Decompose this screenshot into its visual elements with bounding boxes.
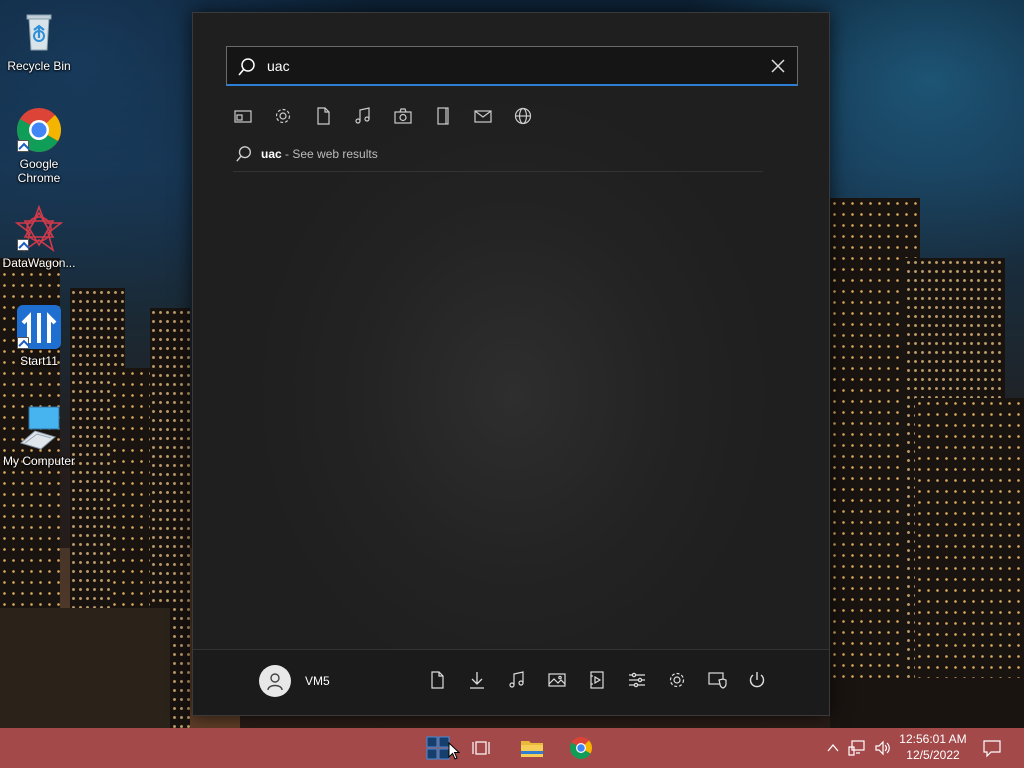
start11-icon — [15, 303, 63, 351]
document-filter-icon[interactable] — [313, 106, 333, 126]
taskbar-clock[interactable]: 12:56:01 AM 12/5/2022 — [893, 731, 973, 763]
footer-shortcuts — [427, 670, 767, 690]
desktop-icon-label: My Computer — [2, 454, 76, 468]
desktop-icon-my-computer[interactable]: My Computer — [0, 403, 78, 468]
computer-icon — [15, 403, 63, 451]
folder-filter-icon[interactable] — [433, 106, 453, 126]
web-result-query: uac — [261, 147, 282, 161]
start-button[interactable] — [418, 728, 460, 768]
desktop-icon-recycle-bin[interactable]: Recycle Bin — [0, 8, 78, 73]
apps-filter-icon[interactable] — [233, 106, 253, 126]
settings-icon[interactable] — [667, 670, 687, 690]
desktop-icon-label: Start11 — [20, 354, 58, 368]
web-result-suffix: - See web results — [281, 147, 378, 161]
desktop-icon-datawagon[interactable]: DataWagon... — [0, 205, 78, 270]
search-input[interactable] — [267, 55, 747, 77]
mouse-cursor-icon — [448, 742, 460, 760]
security-icon[interactable] — [707, 670, 727, 690]
chrome-taskbar-button[interactable] — [561, 728, 601, 768]
clock-date: 12/5/2022 — [906, 748, 960, 762]
search-filter-bar — [233, 106, 533, 128]
shortcut-arrow-icon — [17, 140, 29, 152]
power-icon[interactable] — [747, 670, 767, 690]
documents-icon[interactable] — [427, 670, 447, 690]
start-menu: uac - See web results VM5 — [192, 12, 830, 716]
folder-icon — [520, 737, 544, 759]
divider — [233, 171, 763, 172]
network-icon[interactable] — [848, 740, 866, 756]
recycle-bin-icon — [15, 8, 63, 56]
start11-logo-icon — [426, 736, 450, 760]
clock-time: 12:56:01 AM — [899, 732, 967, 746]
desktop-icon-label: Google Chrome — [17, 157, 61, 185]
chrome-icon — [569, 736, 593, 760]
web-search-result[interactable]: uac - See web results — [235, 143, 765, 165]
datawagon-icon — [15, 205, 63, 253]
web-filter-icon[interactable] — [513, 106, 533, 126]
start-menu-footer: VM5 — [193, 649, 829, 715]
notifications-icon — [982, 738, 1002, 758]
taskbar: 12:56:01 AM 12/5/2022 — [0, 728, 1024, 768]
user-account[interactable]: VM5 — [259, 665, 330, 697]
action-center-button[interactable] — [972, 728, 1012, 768]
videos-icon[interactable] — [587, 670, 607, 690]
task-view-button[interactable] — [461, 728, 501, 768]
user-avatar-icon — [259, 665, 291, 697]
system-tray — [826, 728, 892, 768]
pictures-icon[interactable] — [547, 670, 567, 690]
desktop-icon-start11[interactable]: Start11 — [0, 303, 78, 368]
desktop-icon-google-chrome[interactable]: Google Chrome — [0, 106, 78, 185]
user-name: VM5 — [305, 674, 330, 688]
wallpaper-building — [0, 608, 170, 728]
wallpaper-building — [830, 678, 1024, 728]
file-explorer-button[interactable] — [512, 728, 552, 768]
search-icon — [235, 145, 253, 163]
camera-filter-icon[interactable] — [393, 106, 413, 126]
shortcut-arrow-icon — [17, 337, 29, 349]
music-filter-icon[interactable] — [353, 106, 373, 126]
desktop-icon-label: DataWagon... — [2, 256, 76, 270]
control-panel-icon[interactable] — [627, 670, 647, 690]
volume-icon[interactable] — [874, 740, 892, 756]
shortcut-arrow-icon — [17, 239, 29, 251]
music-icon[interactable] — [507, 670, 527, 690]
desktop-icon-label: Recycle Bin — [7, 59, 71, 73]
search-icon — [237, 57, 257, 77]
search-box[interactable] — [226, 46, 798, 86]
mail-filter-icon[interactable] — [473, 106, 493, 126]
task-view-icon — [471, 738, 491, 758]
close-icon[interactable] — [769, 57, 787, 75]
chrome-icon — [15, 106, 63, 154]
downloads-icon[interactable] — [467, 670, 487, 690]
show-hidden-icons-chevron-icon[interactable] — [826, 741, 840, 755]
settings-filter-icon[interactable] — [273, 106, 293, 126]
